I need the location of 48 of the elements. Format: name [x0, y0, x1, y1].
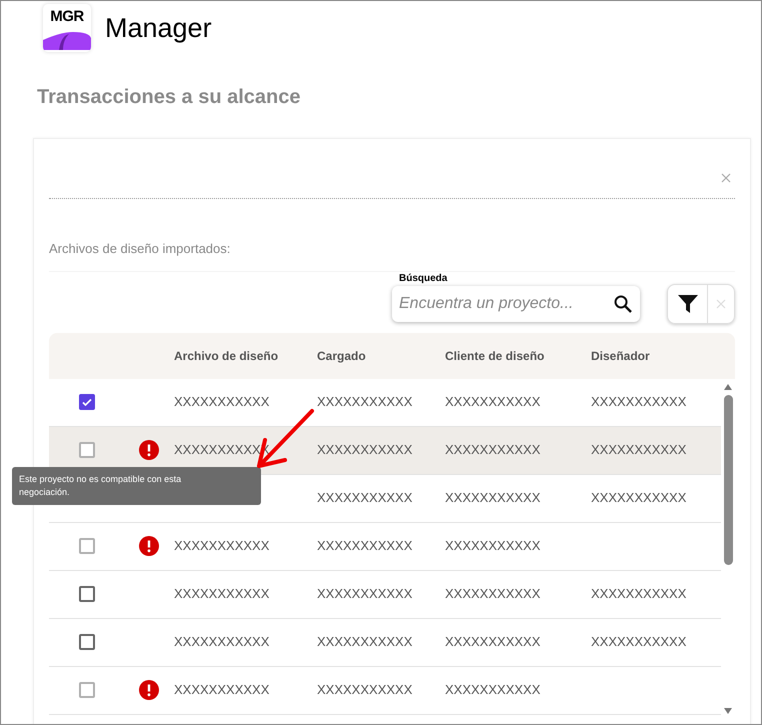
table-cell: XXXXXXXXXXX: [317, 586, 412, 601]
table-cell: XXXXXXXXXXX: [445, 490, 540, 505]
checkbox[interactable]: [78, 634, 94, 650]
table-cell: XXXXXXXXXXX: [445, 586, 540, 601]
search-input[interactable]: Encuentra un proyecto...: [399, 292, 589, 316]
table-cell: XXXXXXXXXXX: [317, 490, 412, 505]
scroll-down-icon[interactable]: [723, 706, 733, 714]
table-cell: XXXXXXXXXXX: [317, 394, 412, 409]
table-cell: XXXXXXXXXXX: [174, 538, 270, 553]
app-logo: MGR: [43, 4, 91, 52]
table-cell: XXXXXXXXXXX: [591, 394, 686, 409]
page-title: Transacciones a su alcance: [37, 85, 302, 110]
table-cell: XXXXXXXXXXX: [591, 634, 686, 649]
table-cell: XXXXXXXXXXX: [591, 586, 686, 601]
section-label: Archivos de diseño importados:: [49, 240, 230, 258]
app-name: Manager: [105, 12, 212, 45]
table-cell: XXXXXXXXXXX: [591, 490, 686, 505]
search-box[interactable]: Encuentra un proyecto...: [392, 286, 640, 322]
table-cell: XXXXXXXXXXX: [174, 682, 270, 697]
tooltip: Este proyecto no es compatible con esta negociación.: [12, 467, 261, 505]
table-row[interactable]: XXXXXXXXXXX XXXXXXXXXXX XXXXXXXXXXX XXXXXXXXXXX: [49, 378, 721, 426]
table-cell: XXXXXXXXXXX: [317, 682, 412, 697]
table-cell: XXXXXXXXXXX: [317, 634, 412, 649]
filter-icon: [676, 294, 698, 314]
search-icon[interactable]: [613, 294, 633, 314]
scroll-up-icon[interactable]: [723, 382, 733, 390]
table-cell: XXXXXXXXXXX: [317, 538, 412, 553]
column-header: Diseñador: [591, 348, 650, 362]
table-row[interactable]: XXXXXXXXXXX XXXXXXXXXXX XXXXXXXXXXX XXXXXXXXXXX: [49, 570, 721, 618]
column-header: Cliente de diseño: [445, 348, 544, 362]
table-cell: XXXXXXXXXXX: [174, 394, 270, 409]
checkbox[interactable]: [78, 586, 94, 602]
table-cell: XXXXXXXXXXX: [445, 682, 540, 697]
table-cell: XXXXXXXXXXX: [174, 634, 270, 649]
table-cell: XXXXXXXXXXX: [445, 634, 540, 649]
search-label: Búsqueda: [399, 272, 448, 284]
table-cell: XXXXXXXXXXX: [174, 586, 270, 601]
column-header: Cargado: [317, 348, 366, 362]
check-icon: [80, 396, 92, 408]
table-cell: XXXXXXXXXXX: [591, 442, 686, 457]
clear-icon: [716, 298, 726, 308]
column-header: Archivo de diseño: [174, 348, 278, 362]
checkbox[interactable]: [78, 394, 94, 410]
table-cell: XXXXXXXXXXX: [317, 442, 412, 457]
table-cell: XXXXXXXXXXX: [445, 538, 540, 553]
table-row[interactable]: XXXXXXXXXXX XXXXXXXXXXX XXXXXXXXXXX XXXXXXXXXXX: [49, 618, 721, 666]
table-cell: XXXXXXXXXXX: [445, 442, 540, 457]
table-cell: XXXXXXXXXXX: [445, 394, 540, 409]
